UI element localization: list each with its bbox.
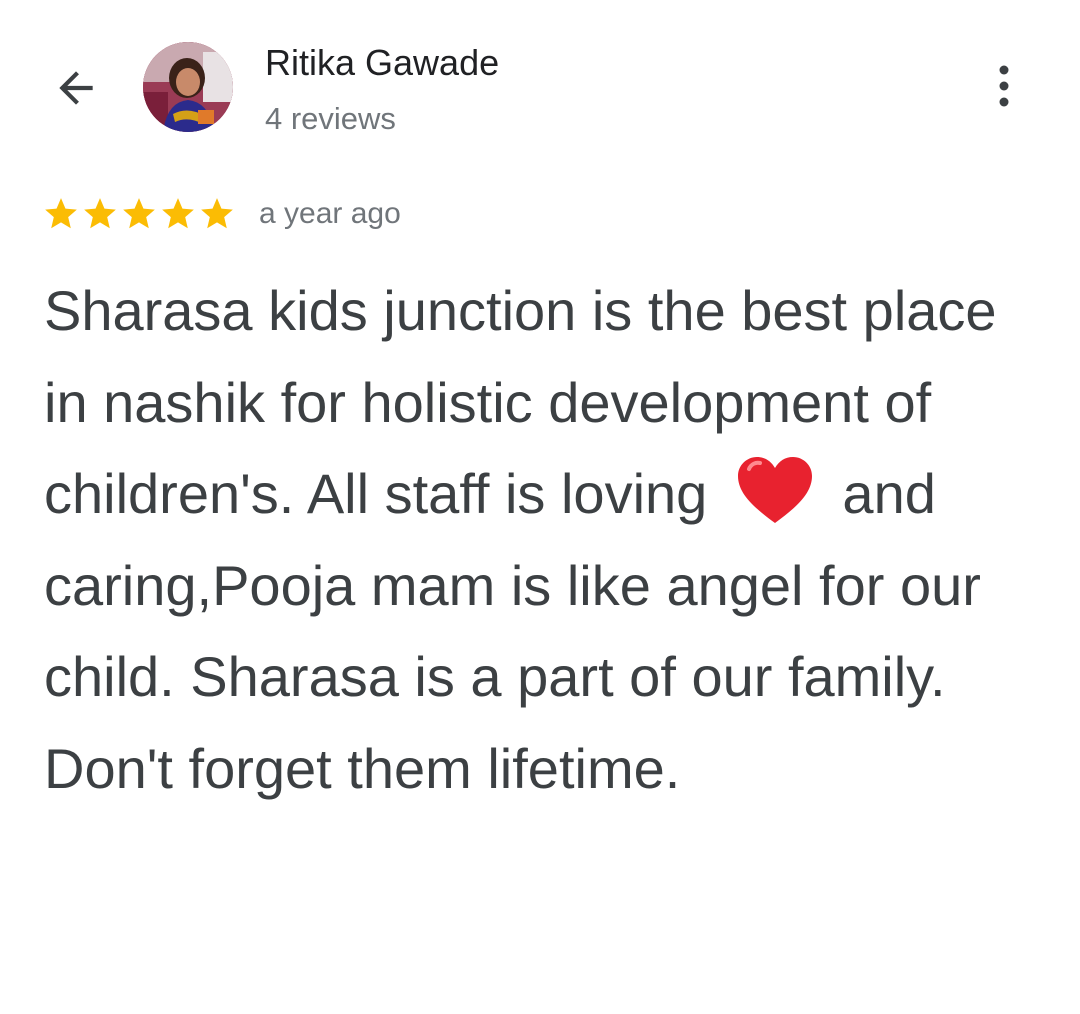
avatar[interactable] <box>143 42 233 132</box>
review-time: a year ago <box>259 197 401 230</box>
reviewer-photo <box>143 42 233 132</box>
star-icon <box>201 198 233 229</box>
star-icon <box>123 198 155 229</box>
star-icon <box>84 198 116 229</box>
review-text: Sharasa kids junction is the best place … <box>44 265 1044 814</box>
reviewer-name[interactable]: Ritika Gawade <box>265 40 499 86</box>
arrow-left-icon <box>51 63 101 118</box>
star-icon <box>45 198 77 229</box>
back-button[interactable] <box>44 58 108 122</box>
more-options-button[interactable] <box>972 56 1036 120</box>
star-icon <box>162 198 194 229</box>
star-rating <box>42 195 236 233</box>
red-heart-emoji <box>735 455 815 525</box>
more-vert-icon <box>997 64 1011 113</box>
review-count: 4 reviews <box>265 101 396 136</box>
